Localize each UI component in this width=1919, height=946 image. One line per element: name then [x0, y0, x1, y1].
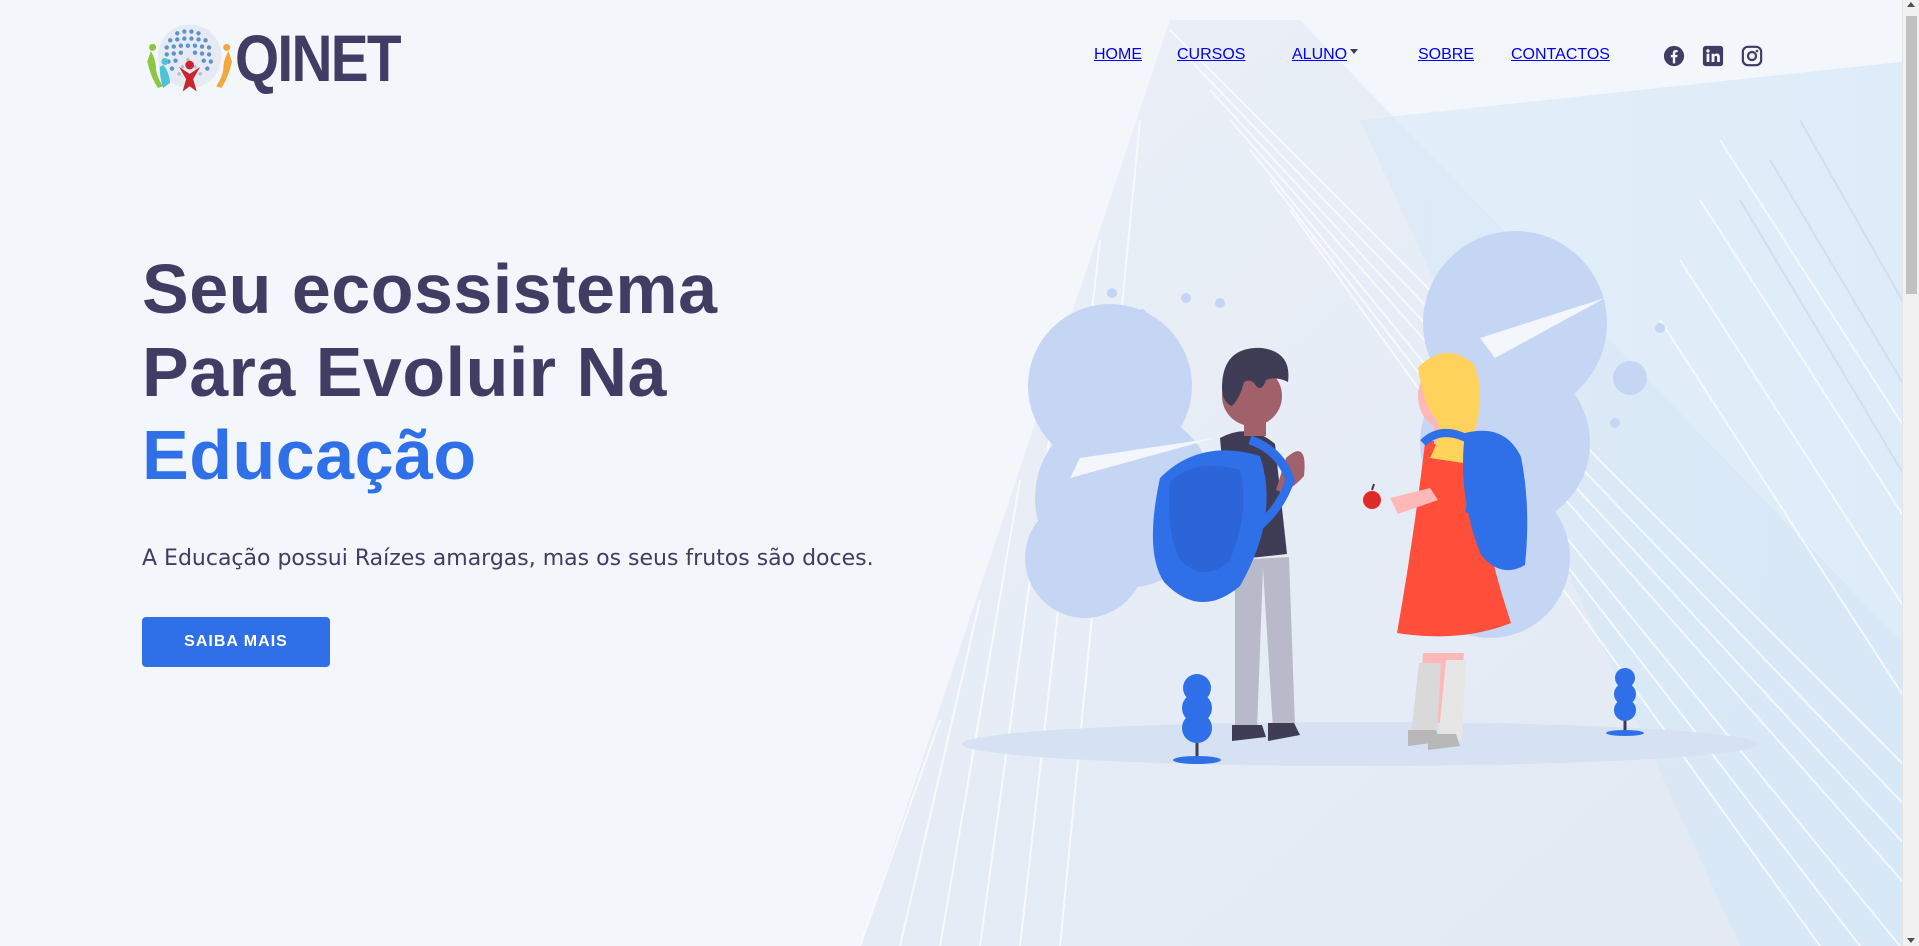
brand-name: QINET [235, 21, 402, 95]
linkedin-icon[interactable] [1702, 45, 1724, 67]
nav-item-contactos[interactable]: CONTACTOS [1511, 46, 1610, 64]
chevron-down-icon [1350, 49, 1359, 55]
hero-subtitle: A Educação possui Raízes amargas, mas os… [142, 546, 874, 571]
hero-title-line-2: Para Evoluir Na [142, 333, 667, 411]
brand-logo[interactable]: QINET [142, 16, 427, 100]
scrollbar-thumb[interactable] [1906, 16, 1917, 294]
nav-item-aluno[interactable]: ALUNO [1292, 46, 1359, 64]
nav-item-cursos[interactable]: CURSOS [1177, 46, 1245, 64]
nav-item-sobre[interactable]: SOBRE [1418, 46, 1474, 64]
nav-item-home[interactable]: HOME [1094, 46, 1142, 64]
facebook-icon[interactable] [1663, 45, 1685, 67]
hero-title: Seu ecossistema Para Evoluir Na Educação [142, 248, 942, 497]
instagram-icon[interactable] [1741, 45, 1763, 67]
globe-logo-icon [147, 24, 233, 92]
scroll-down-arrow-icon[interactable] [1907, 938, 1915, 943]
saiba-mais-button[interactable]: SAIBA MAIS [142, 617, 330, 667]
students-illustration [962, 231, 1758, 766]
site-header: QINET HOME CURSOS ALUNO SOBRE CONTACTOS [0, 0, 1900, 110]
hero-title-line-1: Seu ecossistema [142, 250, 718, 328]
hero-title-highlight: Educação [142, 416, 477, 494]
nav-item-aluno-label: ALUNO [1292, 46, 1348, 63]
page-scrollbar[interactable] [1902, 0, 1919, 946]
scroll-up-arrow-icon[interactable] [1907, 2, 1915, 7]
